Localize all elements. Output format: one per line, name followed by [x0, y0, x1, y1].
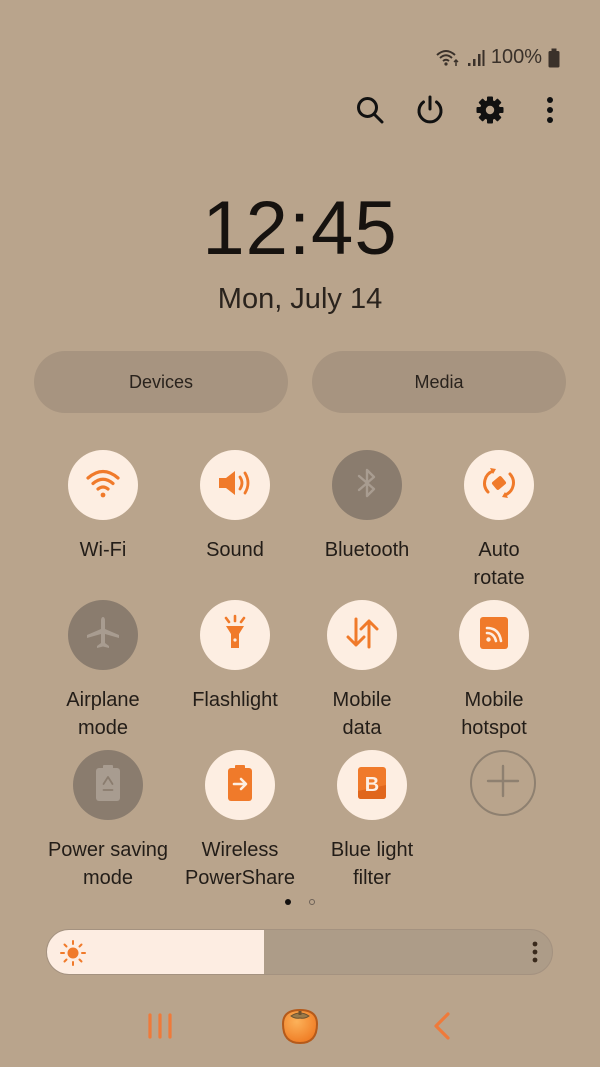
- tile-add[interactable]: [437, 750, 569, 816]
- tile-mobile-hotspot[interactable]: Mobile hotspot: [428, 600, 560, 742]
- tile-power-saving-mode[interactable]: Power saving mode: [42, 750, 174, 892]
- clock-time[interactable]: 12:45: [0, 186, 600, 272]
- tile-label: Flashlight: [192, 689, 278, 711]
- power-saving-icon: [93, 763, 123, 808]
- back-button[interactable]: [422, 1003, 462, 1053]
- more-vertical-icon: [532, 941, 538, 968]
- tile-mobile-data-toggle[interactable]: [327, 600, 397, 670]
- wifi-icon: [85, 467, 121, 504]
- tile-label: Wireless PowerShare: [184, 839, 296, 889]
- svg-text:B: B: [365, 774, 379, 796]
- auto-rotate-icon: [479, 463, 519, 508]
- sound-icon: [216, 467, 254, 504]
- tile-label: Bluetooth: [324, 539, 410, 561]
- tile-label: Power saving mode: [47, 839, 169, 889]
- tile-wifi-toggle[interactable]: [68, 450, 138, 520]
- brightness-slider[interactable]: [46, 929, 553, 975]
- hotspot-icon: [478, 615, 510, 656]
- tile-blue-light-filter-toggle[interactable]: B: [337, 750, 407, 820]
- gear-icon: [475, 95, 505, 130]
- more-vertical-icon: [545, 95, 555, 130]
- tile-sound-toggle[interactable]: [200, 450, 270, 520]
- page-dot-1[interactable]: [285, 899, 291, 905]
- tile-label: Wi-Fi: [79, 539, 127, 561]
- tile-mobile-hotspot-toggle[interactable]: [459, 600, 529, 670]
- tile-label: Sound: [206, 539, 264, 561]
- tile-flashlight-toggle[interactable]: [200, 600, 270, 670]
- tile-airplane-mode-toggle[interactable]: [68, 600, 138, 670]
- mobile-data-icon: [344, 615, 380, 656]
- settings-button[interactable]: [474, 93, 506, 131]
- bluetooth-icon: [355, 466, 379, 505]
- home-button[interactable]: [270, 1003, 330, 1053]
- tile-flashlight[interactable]: Flashlight: [169, 600, 301, 714]
- brightness-more-button[interactable]: [532, 940, 538, 969]
- tile-mobile-data[interactable]: Mobile data: [296, 600, 428, 742]
- tile-wireless-powershare-toggle[interactable]: [205, 750, 275, 820]
- page-dot-2[interactable]: [309, 899, 315, 905]
- tile-airplane-mode[interactable]: Airplane mode: [37, 600, 169, 742]
- tile-label: Mobile hotspot: [461, 689, 527, 739]
- power-button[interactable]: [414, 93, 446, 131]
- tile-auto-rotate[interactable]: Auto rotate: [433, 450, 565, 592]
- tile-bluetooth[interactable]: Bluetooth: [301, 450, 433, 564]
- add-icon: [486, 764, 520, 803]
- tile-wireless-powershare[interactable]: Wireless PowerShare: [174, 750, 306, 892]
- devices-button[interactable]: Devices: [34, 351, 288, 413]
- navigation-bar: [0, 1003, 600, 1053]
- tile-label: Airplane mode: [66, 689, 140, 739]
- tile-label: Blue light filter: [330, 839, 414, 889]
- wifi-calling-icon: [435, 48, 461, 68]
- tile-wifi[interactable]: Wi-Fi: [37, 450, 169, 564]
- recents-icon: [145, 1012, 175, 1045]
- airplane-icon: [83, 613, 123, 658]
- tile-label: Mobile data: [332, 689, 392, 739]
- tile-power-saving-mode-toggle[interactable]: [73, 750, 143, 820]
- page-indicator: [0, 899, 600, 905]
- battery-percent: 100%: [490, 46, 542, 68]
- search-icon: [355, 95, 385, 130]
- clock-date[interactable]: Mon, July 14: [0, 281, 600, 317]
- tile-sound[interactable]: Sound: [169, 450, 301, 564]
- back-icon: [431, 1011, 453, 1046]
- quick-panel: 100% 12:45 Mon, July 14 Devices Media Wi…: [0, 0, 600, 1067]
- signal-icon: [467, 49, 485, 67]
- sun-icon: [59, 939, 87, 972]
- tile-auto-rotate-toggle[interactable]: [464, 450, 534, 520]
- flashlight-icon: [219, 614, 251, 657]
- status-bar: 100%: [435, 46, 560, 69]
- add-tile-button[interactable]: [470, 750, 536, 816]
- media-button[interactable]: Media: [312, 351, 566, 413]
- recents-button[interactable]: [140, 1003, 180, 1053]
- home-persimmon-icon: [275, 1006, 325, 1051]
- blue-light-filter-icon: B: [356, 765, 388, 806]
- top-actions: [354, 93, 566, 131]
- tile-blue-light-filter[interactable]: B Blue light filter: [306, 750, 438, 892]
- power-icon: [414, 94, 446, 131]
- tile-label: Auto rotate: [473, 539, 525, 589]
- search-button[interactable]: [354, 93, 386, 131]
- tile-bluetooth-toggle[interactable]: [332, 450, 402, 520]
- wireless-powershare-icon: [225, 763, 255, 808]
- battery-full-icon: [548, 48, 560, 68]
- more-options-button[interactable]: [534, 93, 566, 131]
